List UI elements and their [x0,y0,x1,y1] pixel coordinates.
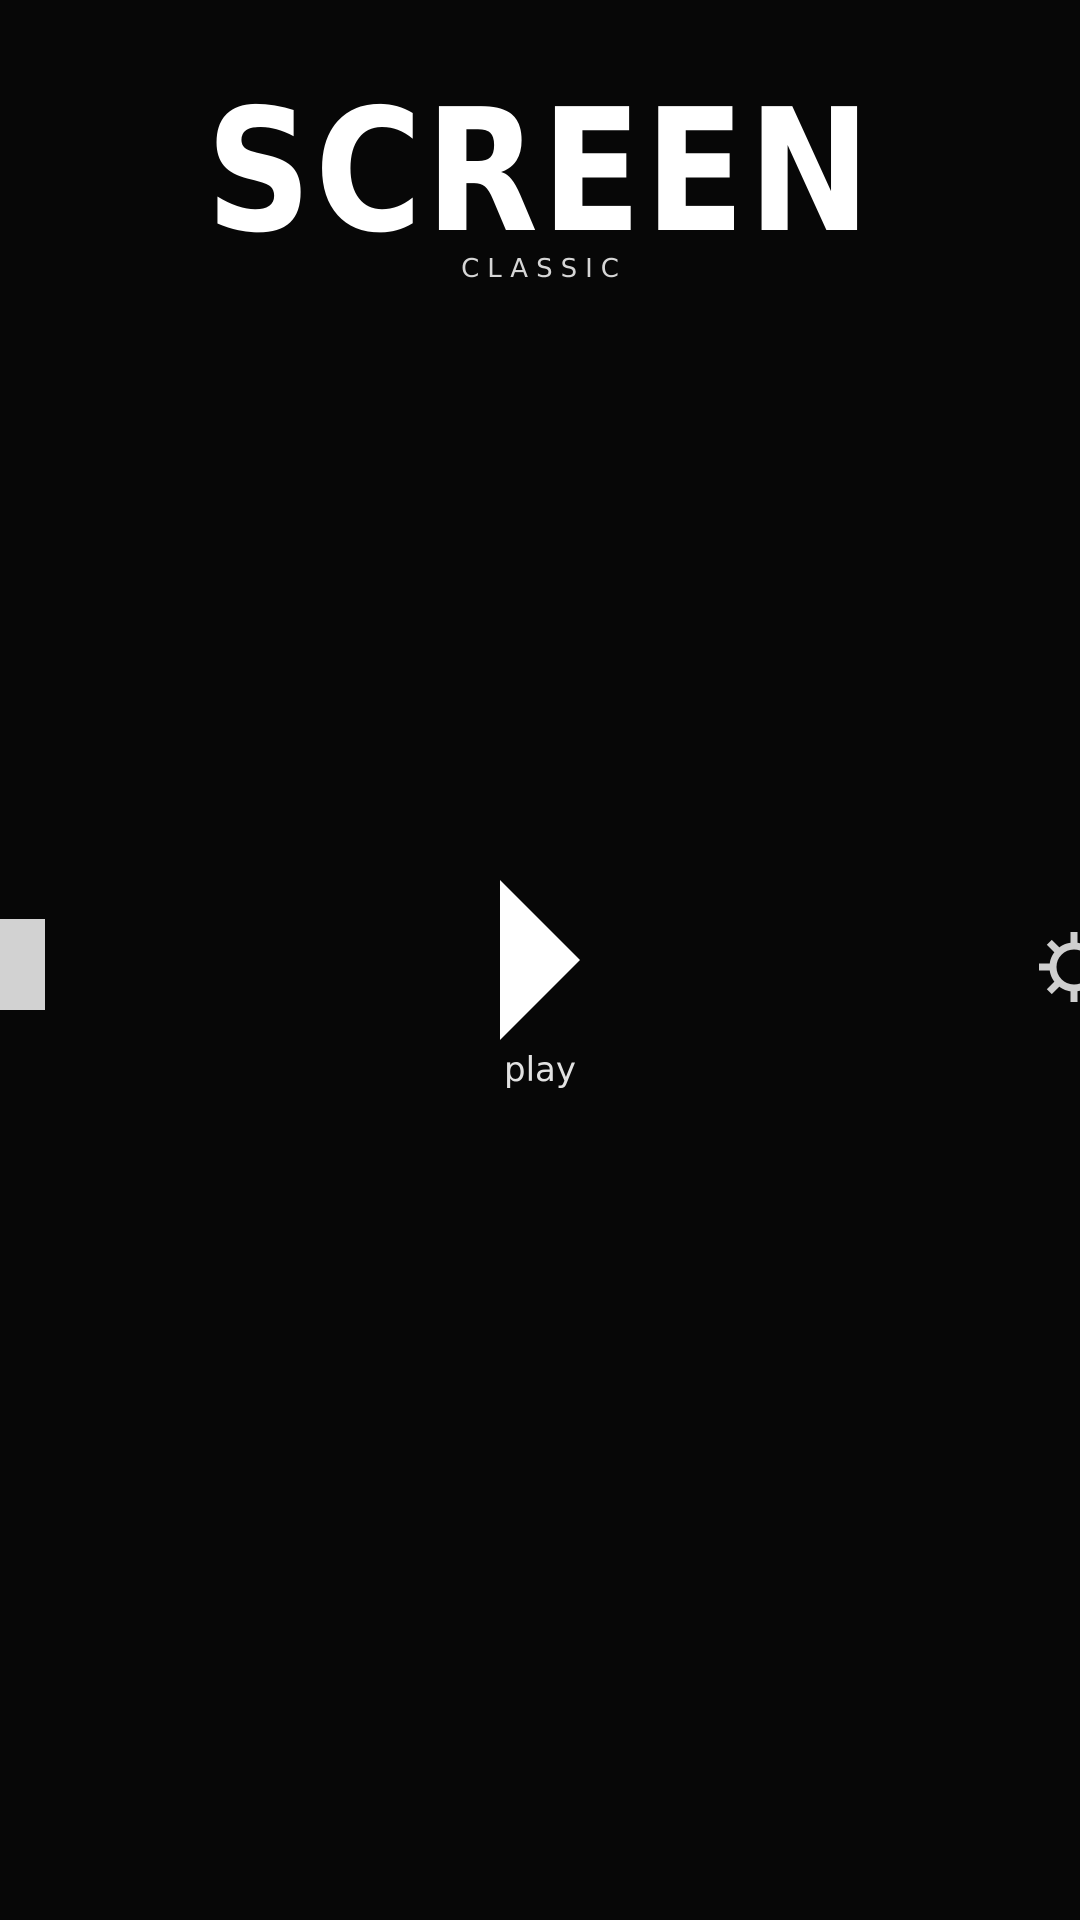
settings-button[interactable] [1030,915,1080,1015]
left-panel-tab[interactable] [0,919,45,1010]
play-label: play [504,1050,576,1090]
game-title: SCREEN [206,73,874,271]
play-button[interactable]: play [470,870,610,1100]
play-triangle-icon [500,880,580,1040]
game-subtitle: CLASSIC [461,254,627,284]
gear-icon [1039,932,1080,1002]
